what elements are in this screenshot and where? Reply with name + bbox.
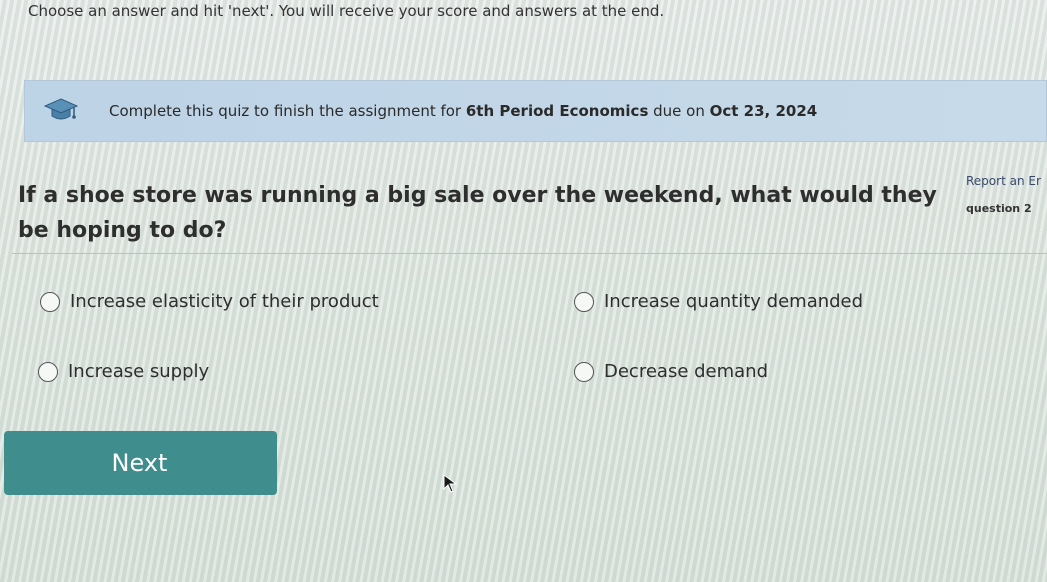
answer-label: Increase elasticity of their product	[70, 291, 379, 312]
assignment-banner: Complete this quiz to finish the assignm…	[24, 80, 1047, 142]
answer-label: Increase quantity demanded	[604, 291, 864, 312]
graduation-cap-icon	[43, 96, 79, 126]
course-name: 6th Period Economics	[465, 102, 649, 120]
divider	[12, 253, 1047, 254]
question-number: question 2	[966, 202, 1032, 215]
mouse-cursor-icon	[443, 474, 458, 493]
banner-text: Complete this quiz to finish the assignm…	[109, 102, 818, 120]
radio-button[interactable]	[38, 361, 58, 382]
answer-option[interactable]: Increase supply	[38, 361, 209, 382]
question-text: If a shoe store was running a big sale o…	[18, 183, 937, 243]
radio-button[interactable]	[574, 291, 594, 312]
answer-option[interactable]: Increase quantity demanded	[574, 291, 863, 312]
answer-option[interactable]: Decrease demand	[574, 361, 768, 382]
radio-button[interactable]	[574, 361, 594, 382]
answer-option[interactable]: Increase elasticity of their product	[40, 291, 379, 312]
instructions-text: Choose an answer and hit 'next'. You wil…	[28, 2, 665, 20]
radio-button[interactable]	[40, 291, 60, 312]
answer-label: Increase supply	[68, 361, 210, 382]
next-button[interactable]: Next	[4, 431, 277, 495]
due-date: Oct 23, 2024	[709, 102, 818, 120]
answer-label: Decrease demand	[604, 361, 769, 382]
report-error-link[interactable]: Report an Er	[966, 174, 1041, 188]
